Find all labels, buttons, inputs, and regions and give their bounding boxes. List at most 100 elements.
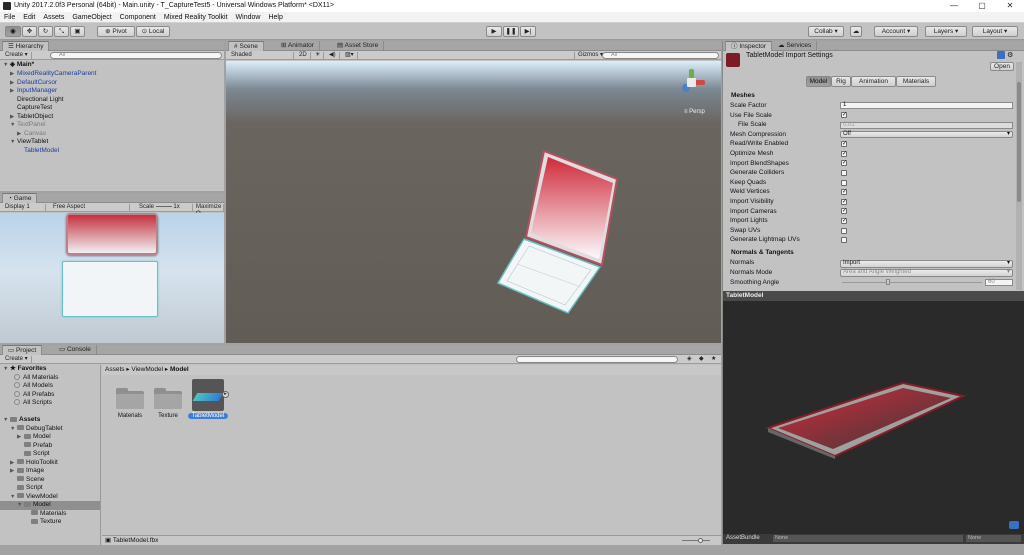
rect-tool-button[interactable]: ▣	[70, 26, 85, 37]
hierarchy-item[interactable]: ▶ InputManager	[10, 87, 57, 96]
project-folder-item[interactable]: Script	[10, 484, 43, 493]
hierarchy-item[interactable]: ▶ Canvas	[17, 130, 46, 139]
expand-arrow-icon[interactable]: ▼	[10, 138, 17, 147]
import-setting-checkbox[interactable]	[841, 227, 847, 234]
filter-label-icon[interactable]: ◆	[696, 356, 707, 363]
hierarchy-create-button[interactable]: Create ▾	[2, 52, 32, 59]
collab-dropdown[interactable]: Collab ▾	[808, 26, 844, 37]
import-setting-field[interactable]: 0.01	[840, 121, 1013, 129]
project-folder-item[interactable]: ▶ Model	[17, 433, 51, 442]
normals-dropdown[interactable]: Import ▾	[840, 260, 1013, 268]
import-setting-dropdown[interactable]: Off ▾	[840, 130, 1013, 139]
tab-asset-store[interactable]: ▤ Asset Store	[332, 41, 385, 51]
project-folder-item[interactable]: Texture	[24, 518, 61, 527]
menu-mixed-reality-toolkit[interactable]: Mixed Reality Toolkit	[160, 14, 232, 21]
hand-tool-button[interactable]: ◉	[5, 26, 21, 37]
import-setting-checkbox[interactable]: ✓	[841, 198, 847, 205]
expand-arrow-icon[interactable]: ▶	[17, 130, 24, 139]
tab-console[interactable]: ▭ Console	[54, 345, 97, 355]
tab-services[interactable]: ☁ Services	[773, 41, 818, 51]
expand-arrow-icon[interactable]: ▶	[10, 87, 17, 96]
asset-item-tabletmodel[interactable]: ▸ TabletModel	[188, 379, 232, 423]
breadcrumb-assets[interactable]: Assets	[105, 366, 125, 373]
menu-gameobject[interactable]: GameObject	[68, 14, 115, 21]
project-create-button[interactable]: Create ▾	[2, 356, 32, 363]
hierarchy-item[interactable]: TabletModel	[17, 147, 59, 156]
project-folder-item[interactable]: ▼ ViewModel	[10, 493, 58, 502]
maximize-button[interactable]: ▢	[968, 0, 996, 12]
breadcrumb-model[interactable]: Model	[170, 366, 189, 373]
expand-asset-icon[interactable]: ▸	[222, 391, 229, 398]
pause-button[interactable]: ❚❚	[503, 26, 519, 37]
favorite-item[interactable]: All Prefabs	[14, 391, 54, 400]
assetbundle-variant-dropdown[interactable]: None	[966, 535, 1021, 542]
open-button[interactable]: Open	[990, 62, 1014, 71]
play-button[interactable]: ▶	[486, 26, 502, 37]
favorite-item[interactable]: All Scripts	[14, 399, 52, 408]
persp-label[interactable]: ≡ Persp	[684, 109, 705, 115]
favorites-header[interactable]: ▼ ★ Favorites	[3, 365, 47, 374]
maximize-on-play-toggle[interactable]: Maximize O	[192, 204, 224, 217]
tab-project[interactable]: ▭ Project	[2, 345, 43, 355]
normals-mode-dropdown[interactable]: Area and Angle Weighted ▾	[840, 269, 1013, 277]
expand-arrow-icon[interactable]: ▼	[10, 121, 17, 130]
scene-search-input[interactable]: All	[602, 52, 719, 59]
rotate-tool-button[interactable]: ↻	[38, 26, 53, 37]
scene-orientation-gizmo[interactable]	[678, 69, 706, 97]
move-tool-button[interactable]: ✥	[22, 26, 37, 37]
project-folder-item[interactable]: ▶ HoloToolkit	[10, 459, 58, 468]
model-preview[interactable]	[723, 301, 1024, 534]
inspector-scroll-thumb[interactable]	[1017, 82, 1021, 202]
scene-viewport[interactable]: ≡ Persp	[226, 61, 721, 343]
local-toggle[interactable]: ⊙ Local	[136, 26, 170, 37]
subtab-model[interactable]: Model	[806, 76, 831, 87]
hierarchy-item[interactable]: ▼ ViewTablet	[10, 138, 48, 147]
expand-arrow-icon[interactable]: ▶	[10, 467, 17, 476]
expand-arrow-icon[interactable]: ▼	[17, 501, 24, 510]
subtab-materials[interactable]: Materials	[896, 76, 936, 87]
expand-arrow-icon[interactable]: ▶	[10, 459, 17, 468]
expand-arrow-icon[interactable]: ▶	[10, 113, 17, 122]
expand-arrow-icon[interactable]: ▼	[10, 493, 17, 502]
2d-toggle[interactable]: 2D	[296, 52, 311, 59]
menu-edit[interactable]: Edit	[19, 14, 39, 21]
shading-dropdown[interactable]: Shaded	[228, 52, 294, 59]
icon-size-slider[interactable]	[682, 540, 710, 541]
import-setting-checkbox[interactable]: ✓	[841, 112, 847, 119]
project-folder-item[interactable]: Materials	[24, 510, 66, 519]
tab-hierarchy[interactable]: ☰ Hierarchy	[2, 41, 50, 51]
help-icon[interactable]	[997, 51, 1005, 59]
import-setting-checkbox[interactable]: ✓	[841, 208, 847, 215]
import-setting-checkbox[interactable]: ✓	[841, 160, 847, 167]
favorite-star-icon[interactable]: ★	[708, 356, 719, 363]
preview-tag-icon[interactable]	[1009, 521, 1019, 529]
pivot-toggle[interactable]: ⊕ Pivot	[97, 26, 135, 37]
settings-gear-icon[interactable]: ⚙	[1007, 51, 1013, 59]
lighting-toggle[interactable]: ☀	[312, 52, 325, 59]
project-folder-item[interactable]: Scene	[10, 476, 44, 485]
account-dropdown[interactable]: Account ▾	[874, 26, 918, 37]
menu-help[interactable]: Help	[264, 14, 286, 21]
favorite-item[interactable]: All Models	[14, 382, 53, 391]
smoothing-slider-track[interactable]	[842, 282, 982, 283]
asset-item-texture[interactable]: Texture	[148, 383, 188, 423]
minimize-button[interactable]: —	[940, 0, 968, 12]
close-button[interactable]: ✕	[996, 0, 1024, 12]
hierarchy-item[interactable]: ▶ DefaultCursor	[10, 79, 57, 88]
import-setting-checkbox[interactable]: ✓	[841, 189, 847, 196]
import-setting-checkbox[interactable]	[841, 170, 847, 176]
project-folder-item[interactable]: ▶ Image	[10, 467, 44, 476]
subtab-animation[interactable]: Animation	[851, 76, 896, 87]
project-folder-item[interactable]: ▼ DebugTablet	[10, 425, 63, 434]
project-folder-item[interactable]: ▼ Model	[17, 501, 51, 510]
asset-item-materials[interactable]: Materials	[110, 383, 150, 423]
effects-toggle[interactable]: ▨▾	[342, 52, 358, 59]
import-setting-checkbox[interactable]: ✓	[841, 150, 847, 157]
project-search-input[interactable]	[516, 356, 678, 363]
hierarchy-item[interactable]: ▶ TabletObject	[10, 113, 53, 122]
icon-size-thumb[interactable]	[698, 538, 703, 543]
hierarchy-item[interactable]: ▼ TextPanel	[10, 121, 46, 130]
hierarchy-search-input[interactable]: All	[50, 52, 222, 59]
hierarchy-item[interactable]: ▶ MixedRealityCameraParent	[10, 70, 96, 79]
display-dropdown[interactable]: Display 1	[2, 204, 46, 211]
